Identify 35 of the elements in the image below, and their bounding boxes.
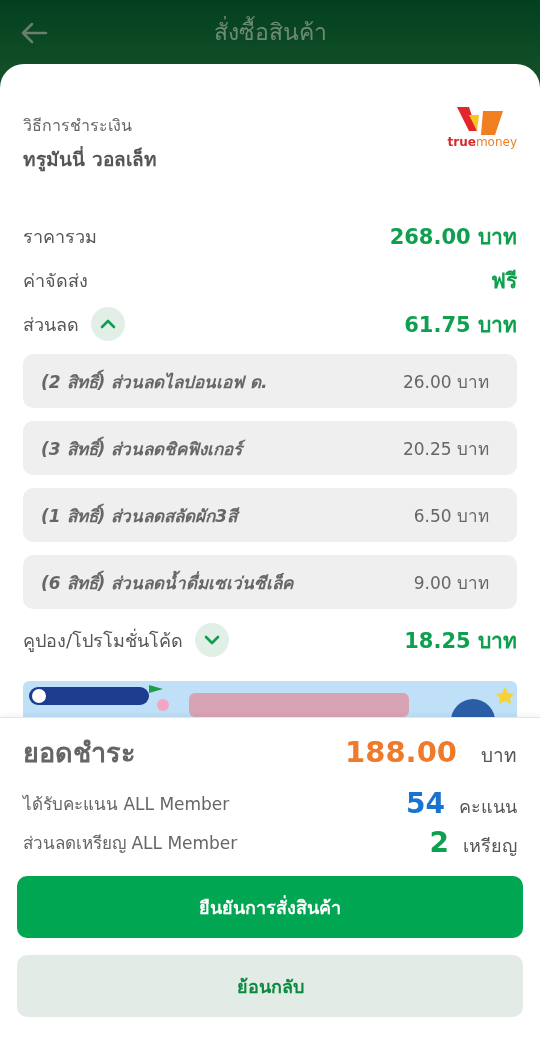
chevron-up-icon: [100, 319, 116, 329]
logo-wordmark: truemoney: [447, 135, 517, 150]
reward-unit: เหรียญ: [463, 833, 517, 858]
expand-toggle[interactable]: [195, 623, 230, 657]
discount-amount: 6.50 บาท: [413, 504, 489, 528]
back-arrow-icon[interactable]: [20, 22, 48, 44]
summary-label: ส่วนลด: [23, 312, 79, 337]
reward-value: 54: [406, 786, 445, 820]
payment-method: ทรูมันนี่ วอลเล็ท: [23, 145, 157, 174]
discount-name: (6 สิทธิ์) ส่วนลดน้ำดื่มเซเว่นซีเล็ค: [41, 569, 294, 595]
summary-label: ราคารวม: [23, 224, 97, 249]
reward-label: ได้รับคะแนน ALL Member: [23, 793, 230, 816]
page-title: สั่งซื้อสินค้า: [213, 14, 327, 50]
back-button[interactable]: ย้อนกลับ: [17, 955, 523, 1017]
discount-amount: 9.00 บาท: [413, 571, 489, 595]
discount-name: (2 สิทธิ์) ส่วนลดไลปอนเอฟ ด.: [41, 368, 268, 394]
summary-value: 61.75 บาท: [404, 311, 517, 339]
reward-value: 2: [429, 825, 449, 859]
reward-unit: คะแนน: [459, 794, 517, 819]
expand-toggle[interactable]: [91, 307, 125, 341]
discount-name: (1 สิทธิ์) ส่วนลดสลัดผัก3สี: [41, 502, 238, 528]
total-label: ยอดชำระ: [23, 735, 136, 770]
discount-amount: 26.00 บาท: [402, 370, 489, 394]
summary-value: 268.00 บาท: [389, 223, 517, 251]
summary-label: คูปอง/โปรโมชั่นโค้ด: [23, 627, 184, 654]
chevron-down-icon: [204, 635, 221, 645]
summary-value: ฟรี: [491, 267, 517, 295]
confirm-button[interactable]: ยืนยันการสั่งสินค้า: [17, 876, 523, 938]
total-amount: 188.00: [345, 734, 457, 769]
discount-amount: 20.25 บาท: [402, 437, 489, 461]
summary-label: ค่าจัดส่ง: [23, 268, 88, 293]
summary-value: 18.25 บาท: [404, 627, 517, 655]
payment-label: วิธีการชำระเงิน: [23, 115, 133, 137]
total-unit: บาท: [481, 742, 517, 768]
reward-label: ส่วนลดเหรียญ ALL Member: [23, 832, 238, 855]
